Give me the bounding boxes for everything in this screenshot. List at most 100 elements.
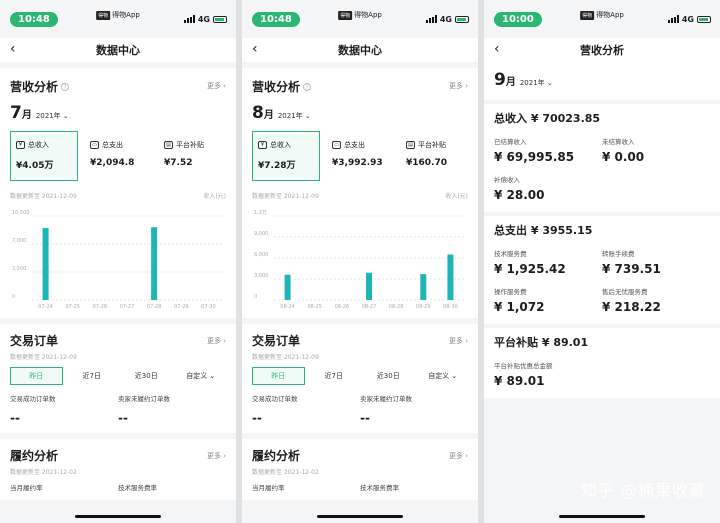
more-link[interactable]: 更多 › (207, 451, 226, 461)
kv-label: 卖家未履约订单数 (360, 395, 412, 403)
kv-label: 技术服务费率 (360, 484, 399, 492)
x-tick-label: 07-25 (65, 304, 80, 310)
x-tick-label: 08-25 (307, 304, 322, 310)
expense-title: 总支出 ¥ 3955.15 (494, 224, 593, 237)
update-time: 数据更新至 2021-12-02 (10, 469, 77, 476)
kv-label: 当月履约率 (252, 484, 285, 492)
bar[interactable] (420, 274, 427, 300)
update-time: 数据更新至 2021-12-02 (252, 469, 319, 476)
month-header: 9月 2021年 ⌄ (484, 62, 720, 100)
kv-value: -- (360, 411, 370, 425)
expense-item: 转账手续费 ¥ 739.51 (602, 250, 661, 276)
screen-middle: 10:48 得物 得物App 4G ‹ 数据中心 营收分析? 更多 › 8月 2021… (242, 0, 478, 523)
x-tick-label: 07-28 (147, 304, 162, 310)
tab-7days[interactable]: 近7日 (309, 367, 360, 385)
month-label: 8月 (252, 103, 274, 123)
tab-custom[interactable]: 自定义 ⌄ (418, 367, 469, 385)
nav-bar: ‹ 营收分析 (484, 38, 720, 62)
status-time: 10:00 (494, 11, 542, 27)
stat-subsidy[interactable]: ▤ 平台补贴 ¥160.70 (400, 131, 468, 181)
year-select[interactable]: 2021年 ⌄ (36, 111, 69, 121)
stat-total-income[interactable]: ¥ 总收入 ¥4.05万 (10, 131, 78, 181)
expense-section: 总支出 ¥ 3955.15 技术服务费 ¥ 1,925.42 转账手续费 ¥ 739… (484, 216, 720, 324)
income-item: 未结算收入 ¥ 0.00 (602, 138, 645, 164)
battery-icon (455, 15, 469, 23)
system-icons: 4G (425, 15, 469, 24)
back-icon[interactable]: ‹ (10, 41, 16, 57)
bar[interactable] (447, 254, 454, 301)
stat-total-income[interactable]: ¥ 总收入 ¥7.28万 (252, 131, 320, 181)
bar[interactable] (366, 272, 372, 300)
back-icon[interactable]: ‹ (494, 41, 500, 57)
income-title: 总收入 ¥ 70023.85 (494, 112, 601, 125)
wallet-icon: ▭ (90, 141, 99, 149)
system-icons: 4G (183, 15, 227, 24)
back-icon[interactable]: ‹ (252, 41, 258, 57)
tab-yesterday[interactable]: 昨日 (10, 367, 63, 385)
income-chart: 0 3,000 6,000 9,000 1.2万 08-24 08-25 08-26 08-27… (252, 206, 468, 310)
more-link[interactable]: 更多 › (207, 81, 226, 91)
tab-custom[interactable]: 自定义 ⌄ (176, 367, 227, 385)
year-select[interactable]: 2021年 ⌄ (520, 78, 553, 88)
bar[interactable] (151, 227, 158, 300)
info-icon[interactable]: ? (61, 82, 70, 91)
performance-title: 履约分析 (10, 449, 59, 463)
nav-bar: ‹ 数据中心 (0, 38, 236, 62)
update-time: 数据更新至 2021-12-09 (252, 354, 319, 361)
battery-icon (697, 15, 711, 23)
orders-card: 交易订单 更多 › 数据更新至 2021-12-09 昨日 近7日 近30日 自定… (242, 324, 478, 433)
year-select[interactable]: 2021年 ⌄ (278, 111, 311, 121)
performance-title: 履约分析 (252, 449, 301, 463)
ticket-icon: ▤ (406, 141, 415, 149)
carrier: 得物 得物App (338, 10, 382, 20)
more-link[interactable]: 更多 › (449, 81, 468, 91)
tab-7days[interactable]: 近7日 (67, 367, 118, 385)
signal-icon (183, 15, 195, 23)
stat-total-expense[interactable]: ▭ 总支出 ¥2,094.8 (84, 131, 152, 181)
y-tick-label: 0 (254, 294, 257, 300)
screen-right: 10:00 得物 得物App 4G ‹ 营收分析 9月 2021年 ⌄ 总收入 ¥ … (484, 0, 720, 523)
orders-title: 交易订单 (252, 334, 301, 348)
orders-card: 交易订单 更多 › 数据更新至 2021-12-09 昨日 近7日 近30日 自定… (0, 324, 236, 433)
kv-label: 技术服务费率 (118, 484, 157, 492)
kv-label: 卖家未履约订单数 (118, 395, 170, 403)
battery-icon (213, 15, 227, 23)
x-tick-label: 07-29 (174, 304, 189, 310)
performance-card: 履约分析 更多 › 数据更新至 2021-12-02 当月履约率 技术服务费率 (0, 439, 236, 500)
bar[interactable] (42, 228, 49, 300)
income-icon: ¥ (16, 141, 25, 149)
x-tick-label: 07-24 (38, 304, 53, 310)
x-tick-label: 08-26 (335, 304, 350, 310)
x-tick-label: 08-29 (416, 304, 431, 310)
signal-icon (667, 15, 679, 23)
revenue-card: 营收分析? 更多 › 7月 2021年 ⌄ ¥ 总收入 ¥4.05万 ▭ 总支出 ¥2,09… (0, 68, 236, 318)
stat-subsidy[interactable]: ▤ 平台补贴 ¥7.52 (158, 131, 226, 181)
subsidy-item: 平台补贴优惠总金额 ¥ 89.01 (494, 362, 553, 388)
more-link[interactable]: 更多 › (449, 451, 468, 461)
kv-value: -- (10, 411, 20, 425)
tab-30days[interactable]: 近30日 (363, 367, 414, 385)
expense-item: 操作服务费 ¥ 1,072 (494, 288, 545, 314)
status-time: 10:48 (10, 11, 58, 27)
bar[interactable] (284, 274, 291, 300)
income-item: 补偿收入 ¥ 28.00 (494, 176, 545, 202)
y-tick-label: 0 (12, 294, 15, 300)
app-logo-icon: 得物 (580, 10, 595, 20)
y-tick-label: 9,000 (254, 231, 268, 237)
y-tick-label: 10,500 (12, 210, 30, 216)
kv-label: 交易成功订单数 (252, 395, 298, 403)
expense-item: 技术服务费 ¥ 1,925.42 (494, 250, 566, 276)
more-link[interactable]: 更多 › (207, 336, 226, 346)
info-icon[interactable]: ? (303, 82, 312, 91)
tab-30days[interactable]: 近30日 (121, 367, 172, 385)
chart-unit: 收入(元) (445, 193, 468, 200)
expense-item: 售后无忧服务费 ¥ 218.22 (602, 288, 661, 314)
kv-label: 当月履约率 (10, 484, 43, 492)
page-title: 数据中心 (96, 44, 140, 57)
more-link[interactable]: 更多 › (449, 336, 468, 346)
wallet-icon: ▭ (332, 141, 341, 149)
carrier: 得物 得物App (580, 10, 624, 20)
kv-value: -- (118, 411, 128, 425)
tab-yesterday[interactable]: 昨日 (252, 367, 305, 385)
stat-total-expense[interactable]: ▭ 总支出 ¥3,992.93 (326, 131, 394, 181)
